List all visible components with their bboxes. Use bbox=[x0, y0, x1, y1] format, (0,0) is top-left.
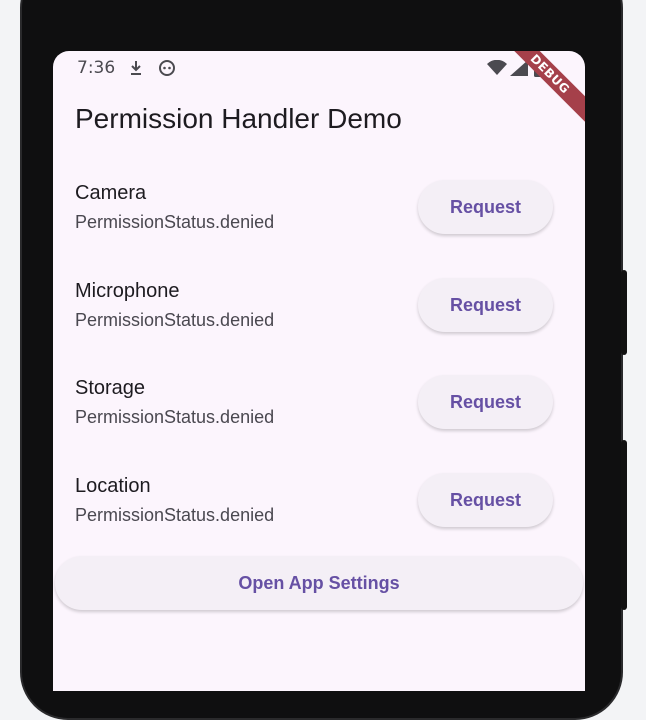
download-icon bbox=[129, 60, 143, 80]
volume-button bbox=[621, 440, 627, 610]
permission-status: PermissionStatus.denied bbox=[75, 505, 275, 525]
status-time: 7:36 bbox=[77, 58, 116, 78]
app-notification-icon bbox=[159, 60, 175, 80]
wifi-icon bbox=[487, 59, 507, 80]
page-title: Permission Handler Demo bbox=[75, 103, 402, 134]
permission-row-location: Location PermissionStatus.denied Request bbox=[75, 473, 553, 535]
request-location-button[interactable]: Request bbox=[418, 473, 553, 527]
permission-row-camera: Camera PermissionStatus.denied Request bbox=[75, 180, 553, 242]
permission-name: Camera bbox=[75, 182, 147, 204]
permission-row-microphone: Microphone PermissionStatus.denied Reque… bbox=[75, 278, 553, 340]
request-camera-button[interactable]: Request bbox=[418, 180, 553, 234]
permission-name: Location bbox=[75, 475, 151, 497]
permission-name: Storage bbox=[75, 377, 146, 399]
request-storage-button[interactable]: Request bbox=[418, 375, 553, 429]
app-screen: 7:36 DEBUG Permission Handler Demo Camer… bbox=[53, 51, 585, 691]
status-bar: 7:36 bbox=[53, 51, 585, 85]
power-button bbox=[621, 270, 627, 355]
permission-status: PermissionStatus.denied bbox=[75, 407, 275, 427]
permission-name: Microphone bbox=[75, 280, 180, 302]
open-app-settings-button[interactable]: Open App Settings bbox=[55, 556, 583, 610]
permission-status: PermissionStatus.denied bbox=[75, 310, 275, 330]
request-microphone-button[interactable]: Request bbox=[418, 278, 553, 332]
permission-status: PermissionStatus.denied bbox=[75, 212, 275, 232]
permission-row-storage: Storage PermissionStatus.denied Request bbox=[75, 375, 553, 437]
